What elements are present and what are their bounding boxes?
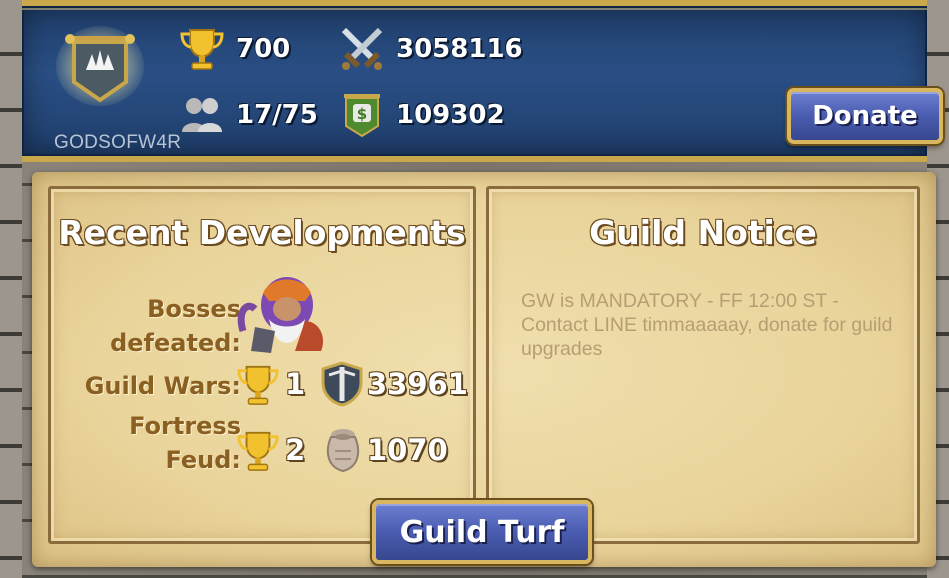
guild-wars-wins: 1 (285, 367, 306, 401)
guild-notice-text: GW is MANDATORY - FF 12:00 ST - Contact … (521, 290, 893, 360)
trophy-icon (178, 26, 226, 72)
fortress-label-line2: Feud: (165, 446, 241, 474)
recent-developments-title: Recent Developments (58, 213, 466, 252)
guild-emblem-icon[interactable] (56, 24, 144, 106)
bosses-label-line2: defeated: (110, 329, 241, 357)
svg-text:$: $ (357, 105, 367, 123)
guild-turf-button[interactable]: Guild Turf (372, 500, 592, 564)
guild-name: GODSOFW4R (54, 132, 182, 153)
members-count: 17/75 (236, 100, 318, 130)
boss-portrait-icon[interactable] (235, 271, 335, 357)
might-value: 3058116 (396, 34, 523, 64)
fortress-feud-label: Fortress Feud: (91, 409, 241, 477)
fortress-feud-points: 1070 (367, 433, 448, 467)
fortress-label-line1: Fortress (129, 412, 241, 440)
trophy-count: 700 (236, 34, 291, 64)
funds-stat: $ 109302 (338, 92, 505, 138)
shield-icon (319, 361, 365, 407)
bosses-label-line1: Bosses (147, 295, 241, 323)
grain-sack-icon (323, 427, 369, 473)
guild-wars-points: 33961 (367, 367, 468, 401)
members-stat: 17/75 (178, 92, 318, 138)
guild-wars-label: Guild Wars: (84, 372, 241, 400)
wall-left-edge (0, 0, 22, 578)
guild-coin-banner-icon: $ (338, 92, 386, 138)
donate-button[interactable]: Donate (787, 88, 943, 144)
guild-notice-panel: Guild Notice GW is MANDATORY - FF 12:00 … (486, 186, 920, 544)
might-stat: 3058116 (338, 26, 523, 72)
fortress-feud-wins: 2 (285, 433, 306, 467)
guild-header-banner: GODSOFW4R 700 3058116 17/75 $ 109302 Don… (22, 0, 943, 162)
funds-value: 109302 (396, 100, 505, 130)
trophy-icon (235, 363, 281, 407)
crossed-swords-icon (338, 26, 386, 72)
guild-notice-title: Guild Notice (589, 213, 817, 252)
trophy-stat: 700 (178, 26, 290, 72)
members-icon (178, 92, 226, 138)
trophy-icon (235, 429, 281, 473)
recent-developments-panel: Recent Developments Bosses defeated: Gui… (48, 186, 476, 544)
bosses-label: Bosses defeated: (91, 292, 241, 360)
